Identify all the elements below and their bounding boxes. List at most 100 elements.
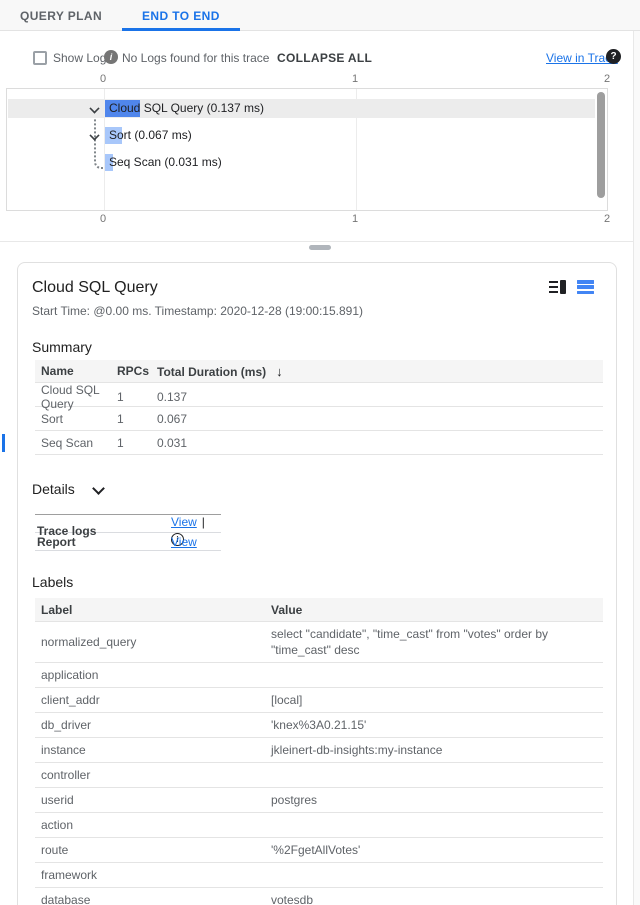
details-table-row: Trace logsView|i (35, 515, 221, 533)
summary-cell-name: Sort (35, 412, 111, 426)
label-cell-value: 'knex%3A0.21.15' (265, 713, 603, 737)
details-table-row: ReportView (35, 533, 221, 551)
details-heading: Details (32, 481, 602, 497)
tab-bar: QUERY PLAN END TO END (0, 0, 640, 31)
span-title: Cloud SQL Query (32, 278, 158, 297)
summary-cell-duration: 0.067 (151, 412, 603, 426)
labels-table-row: route'%2FgetAllVotes' (35, 838, 603, 863)
labels-table-row: databasevotesdb (35, 888, 603, 905)
labels-table-row: action (35, 813, 603, 838)
span-label: Sort (0.067 ms) (109, 128, 192, 142)
axis-tick-label: 0 (100, 213, 106, 225)
sort-descending-icon[interactable]: ↓ (276, 364, 283, 379)
labels-table: Label Value normalized_queryselect "cand… (35, 598, 603, 905)
label-cell-value (265, 871, 603, 879)
left-edge-indicator (2, 434, 5, 452)
span-detail-card: Cloud SQL Query Start Time: @0.00 ms. Ti… (17, 262, 617, 905)
view-sidebar-icon-lines (549, 280, 558, 294)
chevron-down-icon[interactable] (90, 130, 99, 139)
no-logs-text: No Logs found for this trace (122, 51, 269, 65)
labels-col-label: Label (35, 603, 265, 617)
summary-cell-rpcs: 1 (111, 412, 151, 426)
summary-col-name: Name (35, 364, 111, 378)
label-cell-key: userid (35, 788, 265, 812)
summary-cell-rpcs: 1 (111, 390, 151, 404)
collapse-all-button[interactable]: COLLAPSE ALL (277, 51, 372, 65)
view-sidebar-icon-pane (560, 280, 566, 294)
label-cell-value (265, 821, 603, 829)
summary-cell-rpcs: 1 (111, 436, 151, 450)
summary-col-duration: Total Duration (ms)↓ (151, 364, 603, 379)
label-cell-value: '%2FgetAllVotes' (265, 838, 603, 862)
summary-table-row: Seq Scan10.031 (35, 431, 603, 455)
summary-table-row: Sort10.067 (35, 407, 603, 431)
label-cell-value (265, 671, 603, 679)
span-label: Cloud SQL Query (0.137 ms) (109, 101, 264, 115)
span-label: Seq Scan (0.031 ms) (109, 155, 222, 169)
view-link[interactable]: View (171, 515, 197, 529)
labels-heading: Labels (32, 574, 602, 590)
trace-waterfall-chart: Cloud SQL Query (0.137 ms) Sort (0.067 ms… (6, 88, 608, 211)
label-cell-key: normalized_query (35, 630, 265, 654)
summary-table-row: Cloud SQL Query10.137 (35, 383, 603, 407)
summary-cell-duration: 0.137 (151, 390, 603, 404)
labels-table-row: application (35, 663, 603, 688)
chart-axis-top: 0 1 2 (0, 73, 640, 86)
label-cell-value: select "candidate", "time_cast" from "vo… (265, 622, 603, 662)
label-cell-value: votesdb (265, 888, 603, 905)
summary-heading: Summary (32, 339, 602, 355)
label-cell-key: database (35, 888, 265, 905)
details-row-label: Report (35, 535, 171, 549)
labels-table-row: controller (35, 763, 603, 788)
trace-end-to-end-page: QUERY PLAN END TO END Show Logs i No Log… (0, 0, 640, 905)
label-cell-value: postgres (265, 788, 603, 812)
label-cell-key: route (35, 838, 265, 862)
label-cell-key: controller (35, 763, 265, 787)
labels-table-row: client_addr[local] (35, 688, 603, 713)
help-icon[interactable]: ? (606, 49, 621, 64)
tab-end-to-end[interactable]: END TO END (122, 0, 240, 31)
labels-table-header: Label Value (35, 598, 603, 622)
label-cell-key: framework (35, 863, 265, 887)
tab-query-plan[interactable]: QUERY PLAN (0, 0, 122, 31)
label-cell-value: jkleinert-db-insights:my-instance (265, 738, 603, 762)
panel-divider-handle[interactable] (309, 245, 331, 250)
axis-tick-label: 2 (604, 73, 610, 85)
label-cell-key: action (35, 813, 265, 837)
summary-table: Name RPCs Total Duration (ms)↓ Cloud SQL… (35, 360, 603, 455)
chart-scrollbar-thumb[interactable] (597, 92, 605, 198)
labels-table-row: framework (35, 863, 603, 888)
row-view-icon[interactable] (577, 280, 594, 294)
trace-span-row[interactable]: Sort (0.067 ms) (8, 126, 595, 145)
show-logs-checkbox[interactable] (33, 51, 47, 65)
view-link[interactable]: View (171, 535, 197, 549)
details-row-value: View (171, 535, 221, 549)
axis-tick-label: 2 (604, 213, 610, 225)
pipe-separator: | (202, 515, 205, 529)
trace-span-row[interactable]: Cloud SQL Query (0.137 ms) (8, 99, 595, 118)
label-cell-value (265, 771, 603, 779)
label-cell-key: application (35, 663, 265, 687)
trace-toolbar: Show Logs i No Logs found for this trace… (0, 47, 640, 73)
labels-table-row: useridpostgres (35, 788, 603, 813)
label-cell-key: db_driver (35, 713, 265, 737)
label-cell-value: [local] (265, 688, 603, 712)
trace-span-row[interactable]: Seq Scan (0.031 ms) (8, 153, 595, 172)
view-sidebar-icon[interactable] (549, 280, 566, 294)
info-icon: i (104, 50, 118, 64)
labels-table-row: db_driver'knex%3A0.21.15' (35, 713, 603, 738)
summary-col-rpcs: RPCs (111, 364, 151, 378)
details-table: Trace logsView|iReportView (35, 514, 221, 551)
chevron-down-icon[interactable] (90, 103, 99, 112)
axis-tick-label: 0 (100, 73, 106, 85)
chevron-down-icon[interactable] (93, 484, 103, 494)
page-scrollbar[interactable] (633, 31, 640, 905)
summary-table-header: Name RPCs Total Duration (ms)↓ (35, 360, 603, 383)
labels-table-row: normalized_queryselect "candidate", "tim… (35, 622, 603, 663)
axis-tick-label: 1 (352, 73, 358, 85)
labels-table-row: instancejkleinert-db-insights:my-instanc… (35, 738, 603, 763)
summary-cell-name: Cloud SQL Query (35, 383, 111, 411)
axis-tick-label: 1 (352, 213, 358, 225)
label-cell-key: instance (35, 738, 265, 762)
summary-cell-duration: 0.031 (151, 436, 603, 450)
